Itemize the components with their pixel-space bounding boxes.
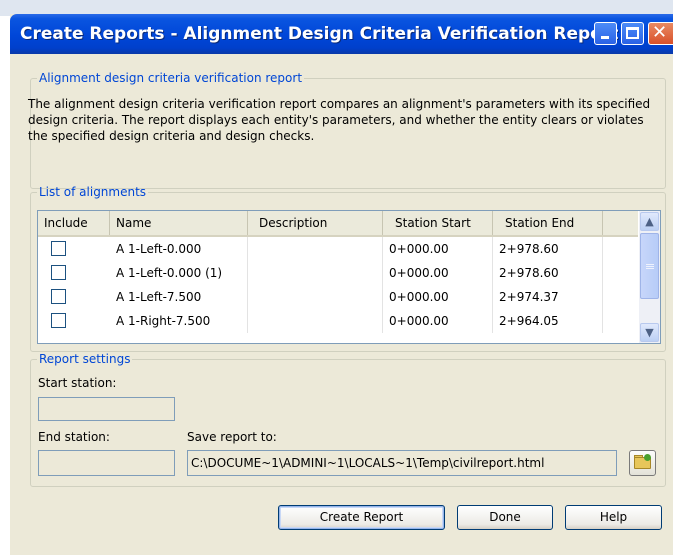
- title-bar[interactable]: Create Reports - Alignment Design Criter…: [10, 14, 673, 54]
- list-header: Include Name Description Station Start S…: [38, 211, 638, 237]
- table-row[interactable]: A 1-Right-7.500 0+000.00 2+964.05: [38, 309, 638, 333]
- scroll-up-button[interactable]: ▲: [640, 212, 659, 231]
- include-checkbox[interactable]: [51, 313, 66, 328]
- include-checkbox[interactable]: [51, 241, 66, 256]
- save-path-field[interactable]: C:\DOCUME~1\ADMINI~1\LOCALS~1\Temp\civil…: [187, 450, 617, 476]
- help-button[interactable]: Help: [565, 505, 662, 530]
- column-header-name[interactable]: Name: [110, 211, 248, 235]
- scroll-thumb[interactable]: [640, 233, 659, 299]
- alignment-description: [248, 261, 383, 285]
- station-end: 2+974.37: [493, 285, 603, 309]
- chevron-up-icon: ▲: [645, 215, 654, 228]
- station-start: 0+000.00: [383, 309, 493, 333]
- scroll-down-button[interactable]: ▼: [640, 323, 659, 342]
- folder-arrow-shape: [644, 454, 651, 461]
- close-icon: ✕: [652, 22, 668, 43]
- table-row[interactable]: A 1-Left-0.000 (1) 0+000.00 2+978.60: [38, 261, 638, 285]
- alignment-name: A 1-Left-0.000 (1): [110, 261, 248, 285]
- column-header-station-start[interactable]: Station Start: [383, 211, 493, 235]
- minimize-button[interactable]: [594, 22, 617, 45]
- station-start: 0+000.00: [383, 285, 493, 309]
- include-checkbox[interactable]: [51, 289, 66, 304]
- report-settings-legend: Report settings: [39, 352, 131, 366]
- report-description-legend: Alignment design criteria verification r…: [39, 71, 303, 85]
- table-row[interactable]: A 1-Left-0.000 0+000.00 2+978.60: [38, 237, 638, 261]
- close-button[interactable]: ✕: [648, 22, 673, 45]
- minimize-icon: [601, 36, 609, 39]
- station-start: 0+000.00: [383, 237, 493, 261]
- station-end: 2+978.60: [493, 261, 603, 285]
- station-end: 2+964.05: [493, 309, 603, 333]
- alignment-description: [248, 285, 383, 309]
- start-station-label: Start station:: [38, 376, 117, 390]
- maximize-icon: [626, 27, 639, 39]
- alignment-name: A 1-Right-7.500: [110, 309, 248, 333]
- column-header-include[interactable]: Include: [38, 211, 110, 235]
- report-description-text: The alignment design criteria verificati…: [28, 97, 651, 143]
- end-station-input[interactable]: [38, 450, 175, 476]
- list-scrollbar[interactable]: ▲ ▼: [639, 211, 660, 343]
- alignment-name: A 1-Left-7.500: [110, 285, 248, 309]
- station-start: 0+000.00: [383, 261, 493, 285]
- alignments-legend: List of alignments: [39, 185, 147, 199]
- column-header-description[interactable]: Description: [248, 211, 383, 235]
- create-report-button[interactable]: Create Report: [278, 505, 445, 530]
- alignment-name: A 1-Left-0.000: [110, 237, 248, 261]
- end-station-label: End station:: [38, 430, 110, 444]
- dialog-title: Create Reports - Alignment Design Criter…: [20, 24, 619, 44]
- create-reports-dialog: Create Reports - Alignment Design Criter…: [10, 14, 673, 555]
- maximize-button[interactable]: [621, 22, 644, 45]
- alignment-description: [248, 237, 383, 261]
- alignment-description: [248, 309, 383, 333]
- station-end: 2+978.60: [493, 237, 603, 261]
- column-header-station-end[interactable]: Station End: [493, 211, 603, 235]
- browse-button[interactable]: [629, 450, 656, 476]
- grip-icon: [646, 264, 654, 265]
- done-button[interactable]: Done: [457, 505, 553, 530]
- include-checkbox[interactable]: [51, 265, 66, 280]
- start-station-input[interactable]: [38, 397, 175, 421]
- save-report-label: Save report to:: [187, 430, 277, 444]
- table-row[interactable]: A 1-Left-7.500 0+000.00 2+974.37: [38, 285, 638, 309]
- alignments-list-view[interactable]: Include Name Description Station Start S…: [37, 210, 661, 344]
- chevron-down-icon: ▼: [645, 326, 654, 339]
